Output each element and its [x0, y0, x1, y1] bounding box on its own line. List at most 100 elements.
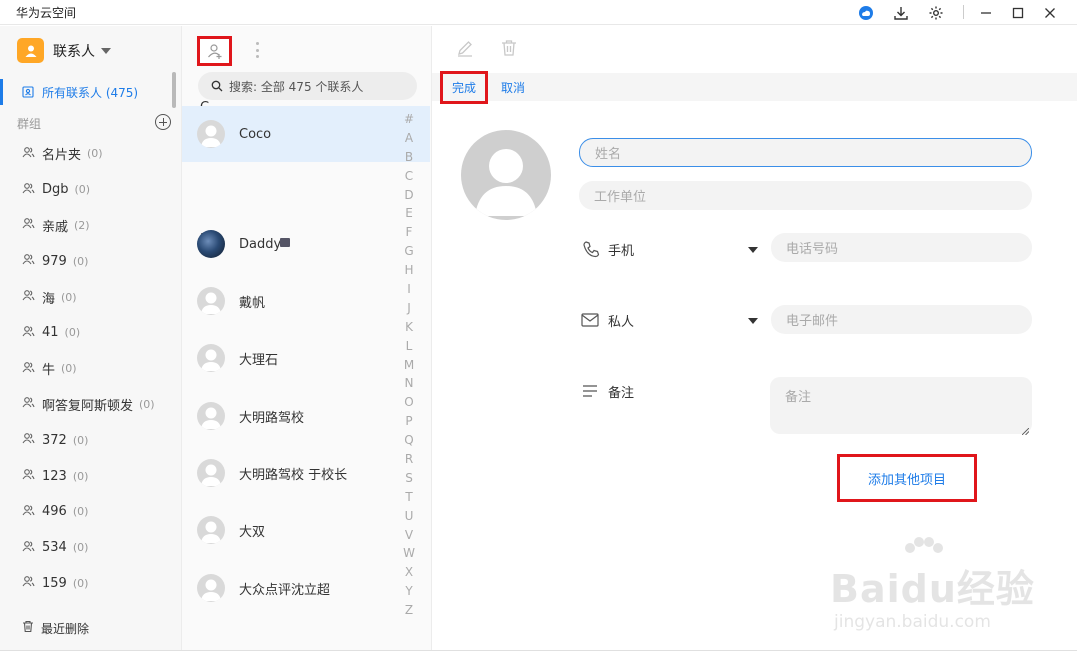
contact-row[interactable]: 大双	[182, 502, 430, 558]
contact-list-panel: 搜索: 全部 475 个联系人 山大威方连极心CDCocoDaddy戴帆大理石大…	[182, 26, 432, 650]
group-name: 41	[42, 325, 59, 341]
contact-row[interactable]: Daddy	[182, 216, 430, 272]
sidebar-item-all-contacts[interactable]: 所有联系人 (475)	[0, 79, 180, 105]
sidebar-group-item[interactable]: 372 (0)	[0, 422, 180, 458]
sidebar-group-item[interactable]: 啊答复阿斯顿发 (0)	[0, 387, 180, 423]
contact-name: Daddy	[239, 236, 282, 252]
group-name: 亲戚	[42, 219, 69, 235]
index-letter[interactable]: U	[401, 509, 417, 528]
active-indicator	[0, 79, 3, 105]
index-letter[interactable]: V	[401, 528, 417, 547]
index-letter[interactable]: N	[401, 376, 417, 395]
index-letter[interactable]: A	[401, 131, 417, 150]
index-letter[interactable]: W	[401, 546, 417, 565]
phone-field[interactable]: 电话号码	[771, 233, 1032, 262]
index-letter[interactable]: H	[401, 263, 417, 282]
add-group-icon[interactable]	[155, 114, 171, 130]
index-letter[interactable]: X	[401, 565, 417, 584]
contact-row[interactable]: 大明路驾校 于校长	[182, 445, 430, 501]
index-letter[interactable]: T	[401, 490, 417, 509]
group-count: (0)	[72, 469, 89, 483]
index-letter[interactable]: #	[401, 112, 417, 131]
sidebar-item-recent-deleted[interactable]: 最近删除	[22, 620, 89, 637]
resize-grip-icon[interactable]	[1021, 424, 1030, 436]
contact-avatar	[197, 230, 225, 258]
index-letter[interactable]: D	[401, 188, 417, 207]
contact-row[interactable]: 大明路驾校	[182, 388, 430, 444]
sidebar-group-item[interactable]: Dgb (0)	[0, 172, 180, 208]
contact-row[interactable]: Coco	[182, 106, 430, 162]
sidebar-group-item[interactable]: 534 (0)	[0, 530, 180, 566]
contact-row[interactable]: 大众点评沈立超	[182, 560, 430, 616]
title-separator	[963, 5, 964, 19]
name-field[interactable]: 姓名	[579, 138, 1032, 167]
index-letter[interactable]: R	[401, 452, 417, 471]
group-icon	[22, 432, 35, 448]
email-type-label[interactable]: 私人	[608, 311, 634, 330]
index-letter[interactable]: O	[401, 395, 417, 414]
email-field[interactable]: 电子邮件	[771, 305, 1032, 334]
delete-icon[interactable]	[500, 39, 518, 61]
group-count: (0)	[72, 433, 89, 447]
sidebar-group-item[interactable]: 496 (0)	[0, 494, 180, 530]
index-letter[interactable]: Z	[401, 603, 417, 622]
contact-avatar	[197, 287, 225, 315]
sidebar-group-item[interactable]: 123 (0)	[0, 458, 180, 494]
contact-name: 大明路驾校 于校长	[239, 467, 348, 483]
group-count: (0)	[72, 576, 89, 590]
cloud-icon[interactable]	[852, 0, 880, 25]
sidebar-group-item[interactable]: 名片夹 (0)	[0, 136, 180, 172]
sidebar-group-item[interactable]: 979 (0)	[0, 243, 180, 279]
index-letter[interactable]: C	[401, 169, 417, 188]
index-letter[interactable]: Q	[401, 433, 417, 452]
group-name: 534	[42, 540, 67, 556]
index-letter[interactable]: J	[401, 301, 417, 320]
sidebar-group-item[interactable]: 牛 (0)	[0, 351, 180, 387]
contact-name: 大理石	[239, 352, 279, 368]
contact-row[interactable]: 大理石	[182, 330, 430, 386]
sidebar-group-item[interactable]: 海 (0)	[0, 279, 180, 315]
index-letter[interactable]: S	[401, 471, 417, 490]
phone-type-label[interactable]: 手机	[608, 240, 634, 259]
index-letter[interactable]: E	[401, 206, 417, 225]
index-letter[interactable]: F	[401, 225, 417, 244]
more-options-icon[interactable]	[252, 40, 262, 60]
sidebar-group-item[interactable]: 159 (0)	[0, 566, 180, 602]
baidu-watermark: Baidu经验 jingyan.baidu.com	[812, 536, 1062, 646]
add-contact-button[interactable]	[197, 36, 232, 66]
download-icon[interactable]	[887, 0, 915, 25]
contact-photo-avatar[interactable]	[461, 130, 551, 220]
title-bar: 华为云空间	[0, 0, 1077, 25]
close-icon[interactable]	[1036, 0, 1064, 25]
group-icon	[22, 289, 35, 305]
index-letter[interactable]: B	[401, 150, 417, 169]
note-textarea[interactable]: 备注	[770, 377, 1032, 436]
cancel-button[interactable]: 取消	[501, 79, 525, 96]
index-letter[interactable]: L	[401, 339, 417, 358]
contact-row[interactable]: 戴帆	[182, 273, 430, 329]
sidebar-group-item[interactable]: 41 (0)	[0, 315, 180, 351]
edit-icon[interactable]	[456, 39, 474, 61]
sidebar-group-item[interactable]: 亲戚 (2)	[0, 208, 180, 244]
group-icon	[22, 361, 35, 377]
add-other-item-button[interactable]: 添加其他项目	[837, 454, 977, 502]
all-contacts-label: 所有联系人 (475)	[42, 85, 139, 100]
settings-icon[interactable]	[922, 0, 950, 25]
minimize-icon[interactable]	[972, 0, 1000, 25]
index-letter[interactable]: K	[401, 320, 417, 339]
watermark-url: jingyan.baidu.com	[834, 612, 991, 632]
index-letter[interactable]: Y	[401, 584, 417, 603]
index-letter[interactable]: P	[401, 414, 417, 433]
index-letter[interactable]: G	[401, 244, 417, 263]
email-type-dropdown-icon[interactable]	[748, 318, 758, 324]
company-field[interactable]: 工作单位	[579, 181, 1032, 210]
sidebar-scrollbar[interactable]	[172, 72, 176, 108]
contacts-switcher[interactable]: 联系人	[17, 38, 111, 63]
phone-type-dropdown-icon[interactable]	[748, 247, 758, 253]
search-input[interactable]: 搜索: 全部 475 个联系人	[198, 72, 417, 100]
index-letter[interactable]: M	[401, 358, 417, 377]
index-letter[interactable]: I	[401, 282, 417, 301]
done-button[interactable]: 完成	[440, 71, 488, 104]
app-title: 华为云空间	[16, 6, 77, 20]
maximize-icon[interactable]	[1004, 0, 1032, 25]
